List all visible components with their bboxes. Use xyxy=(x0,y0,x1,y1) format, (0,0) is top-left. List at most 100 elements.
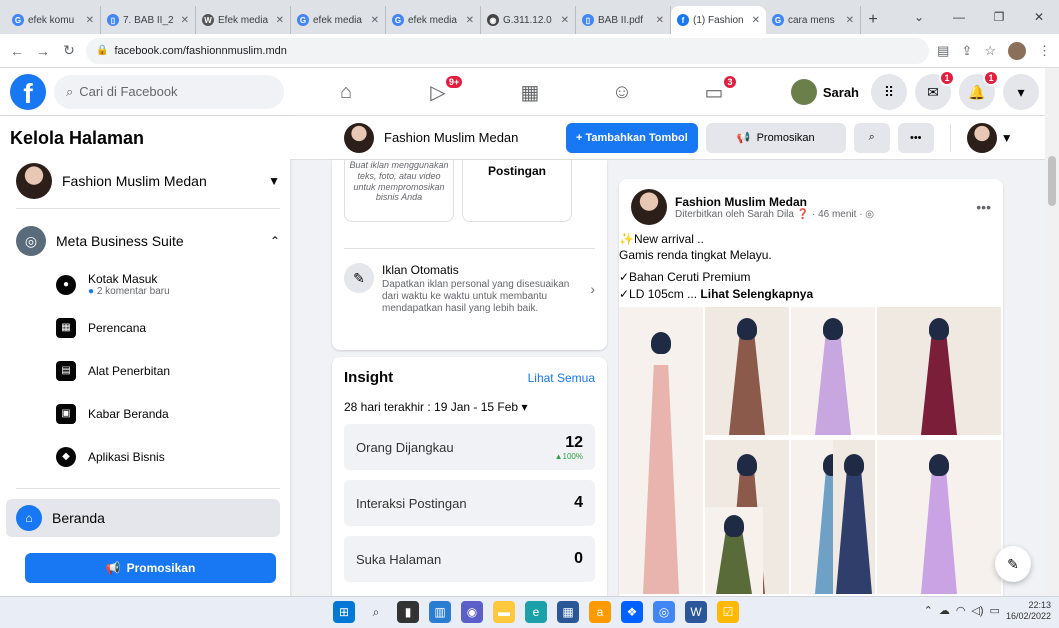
volume-icon[interactable]: ◁) xyxy=(971,604,983,617)
forward-arrow-icon[interactable]: → xyxy=(34,43,52,59)
dropbox-icon[interactable]: ❖ xyxy=(621,601,643,623)
search-icon[interactable]: ⌕ xyxy=(365,601,387,623)
restore-button[interactable]: ❐ xyxy=(979,0,1019,34)
scrollbar-thumb[interactable] xyxy=(1048,156,1056,206)
browser-profile-avatar[interactable] xyxy=(1008,41,1026,60)
messenger-button[interactable]: ✉ 1 xyxy=(915,70,955,110)
promote-button[interactable]: 📢 Promosikan xyxy=(705,122,846,153)
date-range-selector[interactable]: 28 hari terakhir : 19 Jan - 15 Feb ▾ xyxy=(344,400,595,414)
share-icon[interactable]: ⇪ xyxy=(961,43,972,59)
tab-close-icon[interactable]: ✕ xyxy=(561,15,569,26)
tab-close-icon[interactable]: ✕ xyxy=(466,15,474,26)
see-all-link[interactable]: Lihat Semua xyxy=(528,371,595,385)
wifi-icon[interactable]: ◠ xyxy=(956,604,966,617)
tab-close-icon[interactable]: ✕ xyxy=(276,15,284,26)
post-photo-grid[interactable] xyxy=(619,307,1003,596)
nav-groups-tab[interactable]: ☺ xyxy=(576,68,668,116)
sidebar-item-news-feed[interactable]: ▣ Kabar Beranda xyxy=(16,392,280,435)
post-photo[interactable] xyxy=(833,440,875,594)
post-photo[interactable] xyxy=(877,307,1001,435)
chat-icon[interactable]: ◉ xyxy=(461,601,483,623)
tab-close-icon[interactable]: ✕ xyxy=(656,15,664,26)
post-photo[interactable] xyxy=(791,307,875,435)
battery-icon[interactable]: ▭ xyxy=(990,604,1000,617)
cloud-icon[interactable]: ☁ xyxy=(939,604,950,617)
bookmark-star-icon[interactable]: ☆ xyxy=(984,43,996,59)
edge-icon[interactable]: e xyxy=(525,601,547,623)
sidebar-item-planner[interactable]: ▦ Perencana xyxy=(16,306,280,349)
page-profile-switch-avatar[interactable] xyxy=(966,122,997,153)
add-button-button[interactable]: + Tambahkan Tombol xyxy=(566,122,698,153)
menu-button[interactable]: ⠿ xyxy=(871,74,907,110)
profile-chip[interactable]: Sarah xyxy=(790,79,863,105)
sidebar-item-inbox[interactable]: ● Kotak Masuk ● 2 komentar baru xyxy=(16,263,280,306)
notifications-button[interactable]: 🔔 1 xyxy=(959,70,999,110)
sidebar-meta-business-suite[interactable]: ◎ Meta Business Suite ⌃ xyxy=(16,219,280,263)
nav-marketplace-tab[interactable]: ▦ xyxy=(484,68,576,116)
translate-icon[interactable]: ▤ xyxy=(937,43,949,59)
automated-ads-row[interactable]: ✎ Iklan Otomatis Dapatkan iklan personal… xyxy=(344,248,595,315)
browser-tab[interactable]: ▯ BAB II.pdf ✕ xyxy=(576,6,671,34)
new-message-button[interactable]: ✎ xyxy=(995,546,1031,582)
post-more-icon[interactable]: ••• xyxy=(976,199,991,215)
file-explorer-icon[interactable]: ▬ xyxy=(493,601,515,623)
browser-tab[interactable]: W Efek media ✕ xyxy=(196,6,291,34)
amazon-icon[interactable]: a xyxy=(589,601,611,623)
post-photo[interactable] xyxy=(877,440,1001,594)
facebook-search-input[interactable]: ⌕ Cari di Facebook xyxy=(54,74,284,109)
browser-tab[interactable]: Gefek komu ✕ xyxy=(6,6,101,34)
post-author-name[interactable]: Fashion Muslim Medan xyxy=(675,195,874,209)
sidebar-item-business-apps[interactable]: ◆ Aplikasi Bisnis xyxy=(16,435,280,478)
page-search-button[interactable]: ⌕ xyxy=(853,122,890,153)
nav-home-tab[interactable]: ⌂ xyxy=(300,68,392,116)
sidebar-promote-button[interactable]: 📢 Promosikan xyxy=(25,553,276,583)
more-options-button[interactable]: ••• xyxy=(897,122,934,153)
tab-close-icon[interactable]: ✕ xyxy=(846,15,854,26)
tab-close-icon[interactable]: ✕ xyxy=(752,15,760,26)
nav-watch-tab[interactable]: ▷ 9+ xyxy=(392,68,484,116)
tab-close-icon[interactable]: ✕ xyxy=(181,15,189,26)
chrome-icon[interactable]: ◎ xyxy=(653,601,675,623)
app-icon[interactable]: ☑ xyxy=(717,601,739,623)
account-button[interactable]: ▾ xyxy=(1003,74,1039,110)
browser-tab[interactable]: f (1) Fashion ✕ xyxy=(671,6,766,34)
reload-icon[interactable]: ↻ xyxy=(60,42,78,59)
post-author-avatar[interactable] xyxy=(631,189,667,225)
new-tab-button[interactable]: + xyxy=(861,6,885,34)
minimize-button[interactable]: — xyxy=(939,0,979,34)
create-ad-box[interactable]: Buat iklan menggunakan teks, foto, atau … xyxy=(344,160,454,222)
sidebar-item-home[interactable]: ⌂ Beranda xyxy=(6,499,280,537)
page-switcher[interactable]: Fashion Muslim Medan ▼ xyxy=(16,161,280,209)
store-icon[interactable]: ▦ xyxy=(557,601,579,623)
tab-close-icon[interactable]: ✕ xyxy=(371,15,379,26)
word-icon[interactable]: W xyxy=(685,601,707,623)
back-arrow-icon[interactable]: ← xyxy=(8,43,26,59)
insight-row-reach[interactable]: Orang Dijangkau 12 ▲100% xyxy=(344,424,595,470)
browser-tab[interactable]: Gefek media ✕ xyxy=(386,6,481,34)
system-clock[interactable]: 22:13 16/02/2022 xyxy=(1006,600,1051,622)
see-more-link[interactable]: Lihat Selengkapnya xyxy=(700,287,813,301)
browser-tab[interactable]: ▯ 7. BAB II_2 ✕ xyxy=(101,6,196,34)
tab-close-icon[interactable]: ✕ xyxy=(86,15,94,26)
page-scrollbar[interactable] xyxy=(1045,68,1059,596)
sidebar-item-publishing-tools[interactable]: ▤ Alat Penerbitan xyxy=(16,349,280,392)
browser-tab[interactable]: ◉ G.311.12.0 ✕ xyxy=(481,6,576,34)
post-photo[interactable] xyxy=(619,307,703,594)
caret-down-icon[interactable]: ▼ xyxy=(1001,131,1013,145)
tray-chevron-icon[interactable]: ⌃ xyxy=(924,604,933,617)
post-photo[interactable] xyxy=(705,507,763,594)
browser-tab[interactable]: Gcara mens ✕ xyxy=(766,6,861,34)
task-view-icon[interactable]: ▮ xyxy=(397,601,419,623)
post-photo[interactable] xyxy=(705,307,789,435)
tab-search-icon[interactable]: ⌄ xyxy=(899,0,939,34)
browser-menu-icon[interactable]: ⋮ xyxy=(1038,43,1051,59)
facebook-logo[interactable]: f xyxy=(10,73,46,110)
url-field[interactable]: 🔒 facebook.com/fashionnmuslim.mdn xyxy=(86,37,930,64)
windows-start-icon[interactable]: ⊞ xyxy=(333,601,355,623)
insight-row-page-likes[interactable]: Suka Halaman 0 xyxy=(344,536,595,582)
nav-pages-tab[interactable]: ▭ 3 xyxy=(668,68,760,116)
create-post-box[interactable]: Postingan xyxy=(462,160,572,222)
close-window-button[interactable]: ✕ xyxy=(1019,0,1059,34)
insight-row-engagement[interactable]: Interaksi Postingan 4 xyxy=(344,480,595,526)
widgets-icon[interactable]: ▥ xyxy=(429,601,451,623)
